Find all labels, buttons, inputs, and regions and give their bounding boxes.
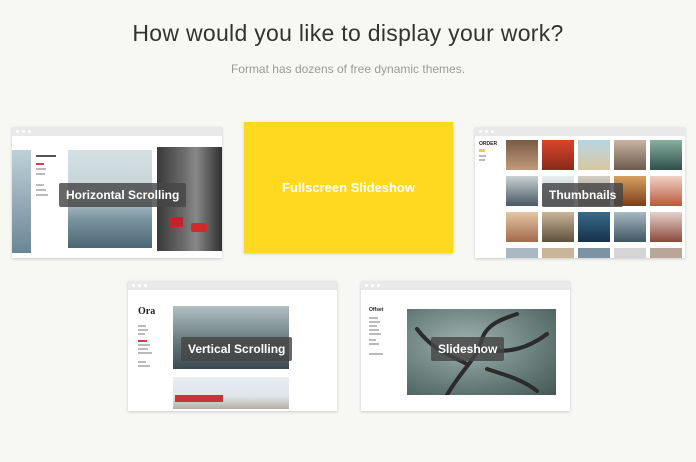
theme-label: Horizontal Scrolling [59,183,187,207]
preview-pier-image [173,377,289,409]
theme-card-vertical-scrolling[interactable]: Ora Vertical Scrolling [128,281,337,411]
site-logo: Ora [138,306,156,317]
page-subtitle: Format has dozens of free dynamic themes… [230,62,466,76]
browser-chrome [475,127,685,136]
theme-card-fullscreen-slideshow[interactable]: Fullscreen Slideshow [244,122,453,253]
page-title: How would you like to display your work? [132,20,564,46]
browser-chrome [12,127,222,136]
browser-chrome [128,281,337,290]
theme-card-horizontal-scrolling[interactable]: Horizontal Scrolling [12,127,222,258]
theme-label: Slideshow [431,337,505,361]
theme-card-thumbnails[interactable]: ORDER Thumbnails [475,127,685,258]
site-logo: ORDER [479,141,498,147]
theme-label: Vertical Scrolling [181,337,293,361]
theme-label: Thumbnails [542,183,624,207]
theme-card-slideshow[interactable]: Offset Slideshow [361,281,570,411]
theme-label: Fullscreen Slideshow [282,180,415,195]
site-logo: Offset [369,307,384,313]
browser-chrome [361,281,570,290]
preview-left-image [12,150,31,253]
